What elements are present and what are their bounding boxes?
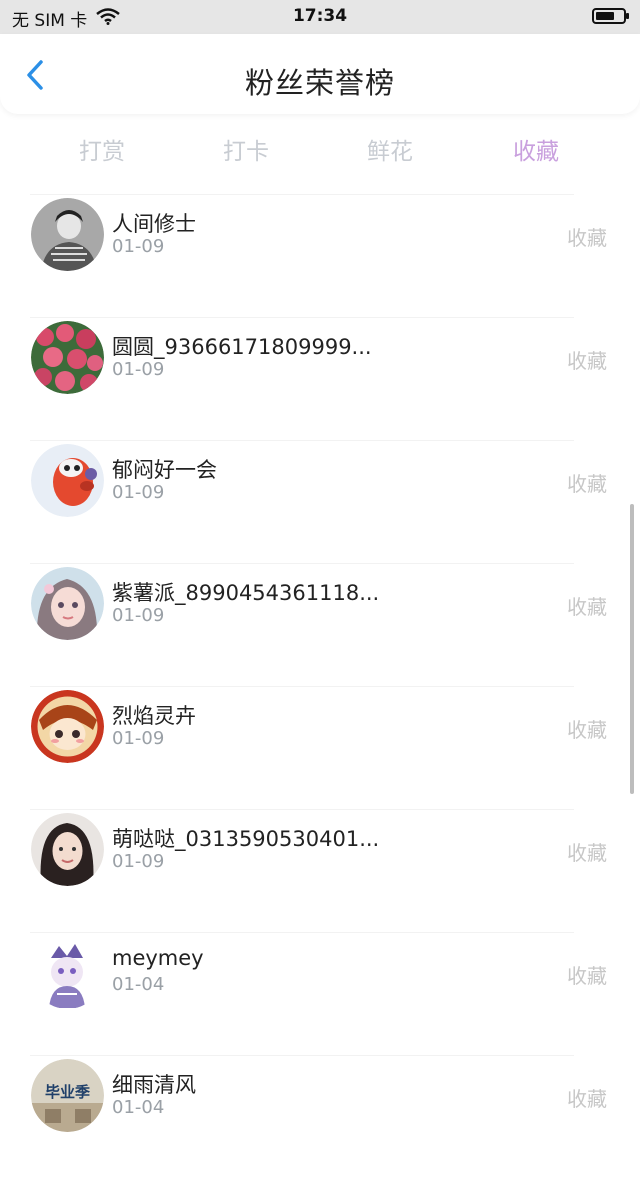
- tab-reward[interactable]: 打赏: [42, 132, 162, 166]
- fan-date: 01-09: [112, 359, 165, 380]
- avatar[interactable]: [31, 936, 104, 1009]
- fan-action: 收藏: [567, 718, 607, 742]
- avatar[interactable]: [31, 690, 104, 763]
- fan-name: 圆圆_93666171809999...: [112, 335, 372, 359]
- list-item[interactable]: 烈焰灵卉 01-09 收藏: [0, 686, 640, 809]
- fan-date: 01-09: [112, 851, 165, 872]
- fan-name: 细雨清风: [112, 1073, 196, 1097]
- tab-checkin[interactable]: 打卡: [186, 132, 306, 166]
- fan-date: 01-09: [112, 605, 165, 626]
- list-item[interactable]: 人间修士 01-09 收藏: [0, 194, 640, 317]
- fan-name: 郁闷好一会: [112, 458, 217, 482]
- tab-bar: 打赏 打卡 鲜花 收藏: [0, 124, 640, 168]
- list-item[interactable]: 郁闷好一会 01-09 收藏: [0, 440, 640, 563]
- fan-name: 萌哒哒_0313590530401...: [112, 827, 380, 851]
- list-item[interactable]: 毕业季 细雨清风 01-04 收藏: [0, 1055, 640, 1178]
- fan-action: 收藏: [567, 964, 607, 988]
- tab-flowers[interactable]: 鲜花: [330, 132, 450, 166]
- fan-list: 人间修士 01-09 收藏 圆圆_93666171809999... 01-09…: [0, 194, 640, 1178]
- avatar[interactable]: [31, 813, 104, 886]
- status-time: 17:34: [292, 6, 348, 26]
- list-item[interactable]: 圆圆_93666171809999... 01-09 收藏: [0, 317, 640, 440]
- avatar[interactable]: [31, 444, 104, 517]
- fan-action: 收藏: [567, 1087, 607, 1111]
- fan-name: 紫薯派_8990454361118...: [112, 581, 380, 605]
- navbar: 粉丝荣誉榜: [0, 34, 640, 114]
- list-item[interactable]: 萌哒哒_0313590530401... 01-09 收藏: [0, 809, 640, 932]
- fan-date: 01-09: [112, 236, 165, 257]
- list-item[interactable]: 紫薯派_8990454361118... 01-09 收藏: [0, 563, 640, 686]
- fan-action: 收藏: [567, 472, 607, 496]
- scrollbar[interactable]: [630, 504, 634, 794]
- list-item[interactable]: meymey 01-04 收藏: [0, 932, 640, 1055]
- fan-date: 01-09: [112, 482, 165, 503]
- fan-action: 收藏: [567, 226, 607, 250]
- avatar[interactable]: [31, 567, 104, 640]
- fan-name: 人间修士: [112, 212, 196, 236]
- avatar[interactable]: [31, 321, 104, 394]
- avatar[interactable]: [31, 198, 104, 271]
- graduation-text: 毕业季: [45, 1083, 90, 1101]
- battery-icon: [592, 8, 629, 24]
- fan-action: 收藏: [567, 595, 607, 619]
- fan-action: 收藏: [567, 349, 607, 373]
- fan-name: meymey: [112, 946, 204, 970]
- avatar[interactable]: 毕业季: [31, 1059, 104, 1132]
- tab-favorites[interactable]: 收藏: [476, 132, 596, 166]
- page-title: 粉丝荣誉榜: [244, 66, 395, 100]
- fan-name: 烈焰灵卉: [112, 704, 196, 728]
- status-bar: 无 SIM 卡 17:34: [0, 0, 640, 34]
- fan-action: 收藏: [567, 841, 607, 865]
- fan-date: 01-04: [112, 1097, 165, 1118]
- fan-date: 01-04: [112, 974, 165, 995]
- fan-date: 01-09: [112, 728, 165, 749]
